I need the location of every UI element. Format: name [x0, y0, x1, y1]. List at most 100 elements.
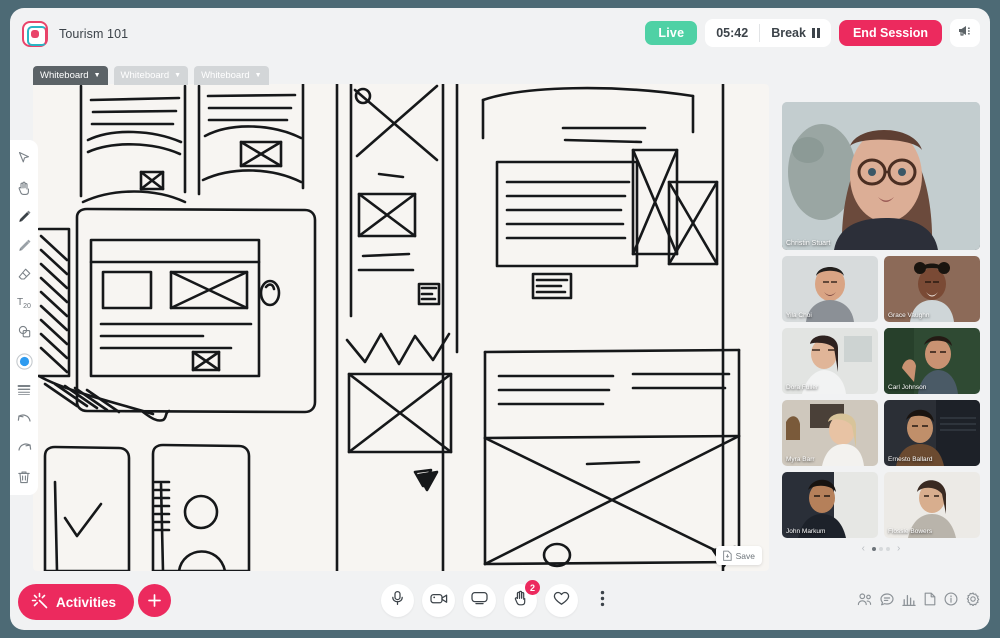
participant-tile[interactable]: John Markum — [782, 472, 878, 538]
app-logo-icon — [22, 21, 48, 47]
page-title: Tourism 101 — [59, 27, 129, 41]
text-tool[interactable]: T20 — [14, 293, 34, 313]
plus-icon — [147, 593, 162, 608]
announcement-button[interactable] — [950, 19, 980, 47]
participant-tile[interactable]: Carl Johnson — [884, 328, 980, 394]
undo-arrow-icon — [17, 413, 32, 426]
heart-icon — [553, 591, 570, 611]
info-button[interactable] — [944, 592, 958, 611]
raise-hand-badge: 2 — [525, 580, 540, 595]
chevron-right-icon[interactable]: › — [897, 544, 900, 554]
participant-name: Dora Fuller — [786, 384, 819, 391]
screen-share-button[interactable] — [463, 584, 496, 617]
participant-tile[interactable]: Grace Vaughn — [884, 256, 980, 322]
participant-row: Dora Fuller Carl Johnson — [782, 328, 980, 394]
bottom-bar: Activities 2 — [10, 572, 990, 630]
participant-tile[interactable]: Ernesto Ballard — [884, 400, 980, 466]
whiteboard-tabs: Whiteboard ▼ Whiteboard ▼ Whiteboard ▼ — [33, 66, 269, 85]
participant-row: Myra Barr Ernesto Ballard — [782, 400, 980, 466]
drawing-toolbar: T20 — [10, 140, 38, 495]
camera-button[interactable] — [422, 584, 455, 617]
participant-tile-featured[interactable]: Christin Stuart — [782, 102, 980, 250]
chevron-left-icon[interactable]: ‹ — [862, 544, 865, 554]
page-dot[interactable] — [886, 547, 890, 551]
settings-button[interactable] — [966, 592, 980, 611]
delete-tool[interactable] — [14, 467, 34, 487]
pencil-tool[interactable] — [14, 206, 34, 226]
participants-button[interactable] — [857, 592, 872, 611]
participant-name: Flossie Bowers — [888, 528, 933, 535]
reactions-button[interactable] — [545, 584, 578, 617]
header-actions: Live 05:42 Break End Session — [645, 19, 980, 47]
sparkle-wand-icon — [31, 592, 48, 612]
microphone-icon — [390, 590, 405, 611]
participant-grid: Christin Stuart Yila Choi Grace Vaughn D… — [782, 102, 980, 554]
page-dot[interactable] — [879, 547, 883, 551]
megaphone-icon — [957, 24, 973, 43]
brush-tool[interactable] — [14, 235, 34, 255]
media-controls: 2 — [381, 580, 619, 617]
participant-row: John Markum Flossie Bowers — [782, 472, 980, 538]
activities-label: Activities — [56, 594, 117, 610]
microphone-button[interactable] — [381, 584, 414, 617]
chevron-down-icon: ▼ — [174, 72, 182, 79]
participant-name: Christin Stuart — [786, 240, 831, 247]
participant-tile[interactable]: Flossie Bowers — [884, 472, 980, 538]
undo-tool[interactable] — [14, 409, 34, 429]
select-tool[interactable] — [14, 148, 34, 168]
pan-tool[interactable] — [14, 177, 34, 197]
tab-label: Whiteboard — [120, 70, 170, 81]
monitor-icon — [471, 591, 488, 610]
more-options-button[interactable] — [586, 584, 619, 617]
participant-name: Carl Johnson — [888, 384, 927, 391]
tab-whiteboard-2[interactable]: Whiteboard ▼ — [113, 66, 189, 85]
save-button[interactable]: Save — [715, 546, 762, 565]
hand-icon — [17, 180, 31, 195]
whiteboard-canvas[interactable]: Save — [33, 84, 769, 571]
gear-icon — [966, 592, 980, 611]
brush-icon — [17, 238, 32, 253]
break-label: Break — [771, 26, 806, 40]
participant-name: Grace Vaughn — [888, 312, 930, 319]
app-header: Tourism 101 Live 05:42 Break End Session — [10, 8, 990, 60]
chat-button[interactable] — [880, 592, 894, 611]
redo-arrow-icon — [17, 442, 32, 455]
brand: Tourism 101 — [22, 21, 128, 47]
color-circle-icon — [15, 352, 33, 370]
activities-button[interactable]: Activities — [18, 584, 135, 620]
tab-whiteboard-3[interactable]: Whiteboard ▼ — [194, 66, 269, 85]
eraser-icon — [17, 267, 32, 282]
shapes-icon — [17, 325, 32, 339]
chevron-down-icon: ▼ — [254, 72, 262, 79]
page-dot[interactable] — [872, 547, 876, 551]
stroke-width-tool[interactable] — [14, 380, 34, 400]
end-session-button[interactable]: End Session — [838, 20, 942, 46]
notes-button[interactable] — [924, 592, 936, 611]
whiteboard-area: Whiteboard ▼ Whiteboard ▼ Whiteboard ▼ S… — [33, 66, 769, 571]
participant-tile[interactable]: Dora Fuller — [782, 328, 878, 394]
people-icon — [857, 592, 872, 611]
participant-tile[interactable]: Myra Barr — [782, 400, 878, 466]
polls-button[interactable] — [902, 593, 916, 611]
whiteboard-sketch-overlay — [417, 470, 737, 568]
session-timer: 05:42 — [716, 26, 749, 40]
raise-hand-button[interactable]: 2 — [504, 580, 540, 617]
raised-hand-icon — [513, 590, 528, 611]
color-tool[interactable] — [14, 351, 34, 371]
participant-tile[interactable]: Yila Choi — [782, 256, 878, 322]
shapes-tool[interactable] — [14, 322, 34, 342]
text-icon: T20 — [17, 296, 31, 310]
redo-tool[interactable] — [14, 438, 34, 458]
page-dots — [872, 547, 890, 551]
save-document-icon — [722, 550, 732, 561]
more-vertical-icon — [600, 590, 605, 612]
utility-icons — [857, 592, 980, 611]
document-icon — [924, 592, 936, 611]
break-button[interactable]: Break — [760, 19, 831, 47]
add-button[interactable] — [138, 584, 171, 617]
eraser-tool[interactable] — [14, 264, 34, 284]
participant-name: John Markum — [786, 528, 826, 535]
bar-chart-icon — [902, 593, 916, 611]
tab-whiteboard-1[interactable]: Whiteboard ▼ — [33, 66, 108, 85]
pause-icon — [811, 28, 820, 38]
